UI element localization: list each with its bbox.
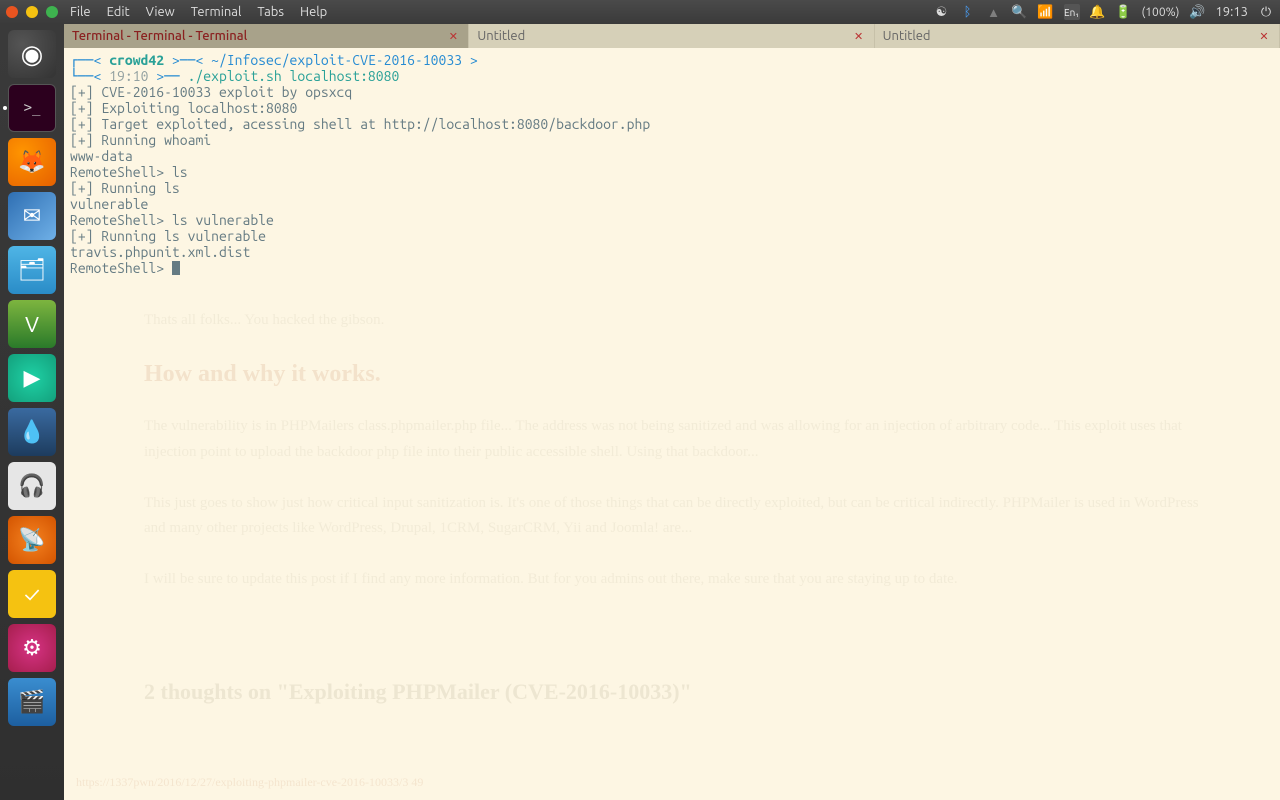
notification-icon[interactable]: 🔔: [1090, 4, 1106, 20]
podcast-icon[interactable]: 🎧: [8, 462, 56, 510]
tab-close-icon[interactable]: ✕: [446, 29, 460, 43]
battery-percent: (100%): [1142, 6, 1180, 19]
launcher-dock: ◉ >_ 🦊 ✉ 🗂 V ▶ 💧 🎧 📡 ✓ ⚙ 🎬: [0, 24, 64, 800]
status-area: ☯ ᛒ ▲ 🔍 📶 En₁ 🔔 🔋 (100%) 🔊 19:13 ⏻: [934, 4, 1275, 20]
keyboard-lang-indicator[interactable]: En₁: [1064, 4, 1080, 20]
tab-close-icon[interactable]: ✕: [852, 29, 866, 43]
battery-icon[interactable]: 🔋: [1116, 4, 1132, 20]
window-controls: [6, 6, 58, 18]
tab-label: Untitled: [477, 29, 525, 43]
tab-label: Untitled: [883, 29, 931, 43]
wifi-icon[interactable]: 📶: [1038, 4, 1054, 20]
menu-view[interactable]: View: [146, 5, 175, 19]
clock[interactable]: 19:13: [1215, 5, 1248, 19]
window-minimize-button[interactable]: [26, 6, 38, 18]
tab-close-icon[interactable]: ✕: [1257, 29, 1271, 43]
rss-icon[interactable]: 📡: [8, 516, 56, 564]
media-player-icon[interactable]: ▶: [8, 354, 56, 402]
tab-terminal[interactable]: Terminal - Terminal - Terminal ✕: [64, 24, 469, 48]
tab-label: Terminal - Terminal - Terminal: [72, 29, 247, 43]
dash-home-icon[interactable]: ◉: [8, 30, 56, 78]
tab-untitled-2[interactable]: Untitled ✕: [875, 24, 1280, 48]
menu-file[interactable]: File: [70, 5, 91, 19]
menu-tabs[interactable]: Tabs: [257, 5, 284, 19]
volume-icon[interactable]: 🔊: [1189, 4, 1205, 20]
terminal-tabs-bar: Terminal - Terminal - Terminal ✕ Untitle…: [64, 24, 1280, 48]
deluge-icon[interactable]: 💧: [8, 408, 56, 456]
warning-icon[interactable]: ▲: [986, 4, 1002, 20]
notes-icon[interactable]: ✓: [8, 570, 56, 618]
top-menu-bar: File Edit View Terminal Tabs Help ☯ ᛒ ▲ …: [0, 0, 1280, 24]
menu-terminal[interactable]: Terminal: [191, 5, 242, 19]
power-icon[interactable]: ⏻: [1258, 4, 1274, 20]
video-app-icon[interactable]: 🎬: [8, 678, 56, 726]
thunderbird-icon[interactable]: ✉: [8, 192, 56, 240]
tab-untitled-1[interactable]: Untitled ✕: [469, 24, 874, 48]
menu-help[interactable]: Help: [300, 5, 327, 19]
app-indicator-icon[interactable]: ☯: [934, 4, 950, 20]
terminal-app-icon[interactable]: >_: [8, 84, 56, 132]
terminal-cursor: [172, 261, 180, 275]
menu-edit[interactable]: Edit: [107, 5, 130, 19]
window-close-button[interactable]: [6, 6, 18, 18]
window-maximize-button[interactable]: [46, 6, 58, 18]
settings-icon[interactable]: ⚙: [8, 624, 56, 672]
search-icon[interactable]: 🔍: [1012, 4, 1028, 20]
menu-items: File Edit View Terminal Tabs Help: [70, 5, 327, 19]
terminal-viewport[interactable]: ┌──< crowd42 >──< ~/Infosec/exploit-CVE-…: [64, 48, 1280, 800]
files-icon[interactable]: 🗂: [8, 246, 56, 294]
vim-icon[interactable]: V: [8, 300, 56, 348]
bluetooth-icon[interactable]: ᛒ: [960, 4, 976, 20]
firefox-icon[interactable]: 🦊: [8, 138, 56, 186]
